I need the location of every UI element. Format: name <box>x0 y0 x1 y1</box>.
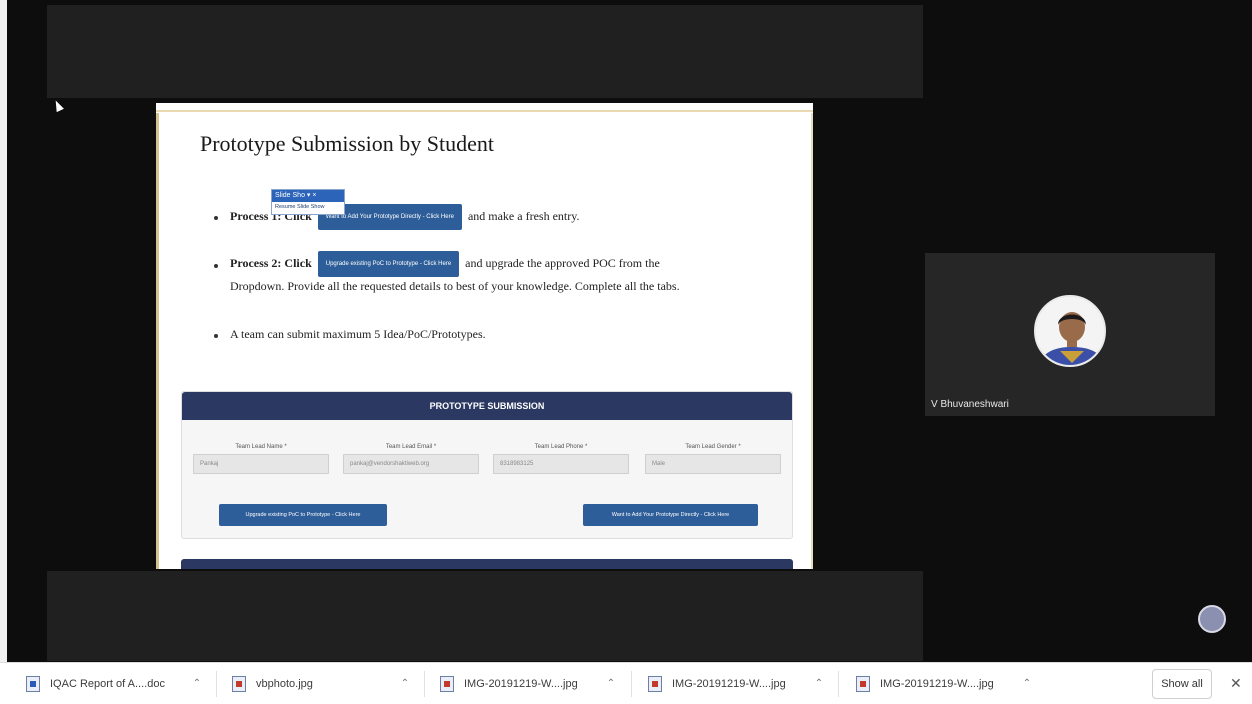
divider <box>424 671 425 697</box>
show-all-button[interactable]: Show all <box>1152 669 1212 699</box>
resume-slideshow-item[interactable]: Resume Slide Show <box>272 202 344 212</box>
team-lead-gender-field: Team Lead Gender * Male <box>645 444 781 474</box>
team-lead-phone-field: Team Lead Phone * 8318983125 <box>493 444 629 474</box>
image-file-icon <box>648 676 662 692</box>
participant-tile[interactable]: V Bhuvaneshwari <box>925 253 1215 416</box>
participant-avatar <box>1034 295 1106 367</box>
bullet-dot <box>214 334 218 338</box>
upgrade-poc-button[interactable]: Upgrade existing PoC to Prototype - Clic… <box>219 504 387 526</box>
team-lead-phone-input[interactable]: 8318983125 <box>493 454 629 474</box>
close-icon[interactable]: ✕ <box>1230 675 1242 692</box>
bullet-2-suffix: and upgrade the approved POC from the <box>465 255 660 270</box>
bullet-team-limit: A team can submit maximum 5 Idea/PoC/Pro… <box>230 327 486 341</box>
download-item[interactable]: IMG-20191219-W....jpg <box>440 663 578 704</box>
chevron-up-icon[interactable]: ⌃ <box>190 677 204 691</box>
downloads-bar: IQAC Report of A....doc ⌃ vbphoto.jpg ⌃ … <box>0 662 1252 704</box>
field-label: Team Lead Email * <box>385 444 437 450</box>
slideshow-popup[interactable]: Slide Sho ▾ × Resume Slide Show <box>271 189 345 215</box>
slide-title: Prototype Submission by Student <box>200 131 494 156</box>
avatar-portrait-icon <box>1036 297 1104 365</box>
team-lead-name-input[interactable]: Pankaj <box>193 454 329 474</box>
bullet-dot <box>214 264 218 268</box>
image-file-icon <box>440 676 454 692</box>
download-filename: vbphoto.jpg <box>256 678 313 690</box>
document-file-icon <box>26 676 40 692</box>
slide-left-border <box>156 113 159 569</box>
chevron-up-icon[interactable]: ⌃ <box>398 677 412 691</box>
image-file-icon <box>856 676 870 692</box>
bottom-overlay-bar <box>47 571 923 661</box>
shared-slide: Prototype Submission by Student Process … <box>156 103 813 569</box>
divider <box>631 671 632 697</box>
chevron-up-icon[interactable]: ⌃ <box>1020 677 1034 691</box>
team-lead-email-input[interactable]: pankaj@vendorshaktiweb.org <box>343 454 479 474</box>
window-edge <box>0 0 7 662</box>
meeting-logo-icon <box>1198 605 1226 633</box>
field-label: Team Lead Name * <box>235 444 287 450</box>
bullet-1-suffix: and make a fresh entry. <box>467 208 580 223</box>
bullet-dot <box>214 216 218 220</box>
top-overlay-bar <box>47 5 923 98</box>
slide-right-border <box>811 113 813 569</box>
chevron-up-icon[interactable]: ⌃ <box>604 677 618 691</box>
slideshow-popup-header[interactable]: Slide Sho ▾ × <box>272 190 344 202</box>
team-lead-email-field: Team Lead Email * pankaj@vendorshaktiweb… <box>343 444 479 474</box>
download-item[interactable]: IMG-20191219-W....jpg <box>856 663 994 704</box>
chevron-up-icon[interactable]: ⌃ <box>812 677 826 691</box>
add-prototype-button[interactable]: Want to Add Your Prototype Directly - Cl… <box>583 504 758 526</box>
slide-top-border <box>156 103 813 112</box>
prototype-submission-panel: PROTOTYPE SUBMISSION Team Lead Name * Pa… <box>181 391 793 539</box>
divider <box>216 671 217 697</box>
meeting-stage: Prototype Submission by Student Process … <box>0 0 1252 662</box>
team-lead-name-field: Team Lead Name * Pankaj <box>193 444 329 474</box>
download-filename: IMG-20191219-W....jpg <box>880 678 994 690</box>
upgrade-poc-inline-button[interactable]: Upgrade existing PoC to Prototype - Clic… <box>317 251 460 277</box>
bullet-process-2: Process 2: Click Upgrade existing PoC to … <box>230 251 660 277</box>
mouse-cursor-icon <box>52 98 64 113</box>
bullet-2-line-2: Dropdown. Provide all the requested deta… <box>230 279 680 293</box>
download-filename: IMG-20191219-W....jpg <box>672 678 786 690</box>
download-filename: IQAC Report of A....doc <box>50 678 165 690</box>
close-icon[interactable]: × <box>312 192 316 199</box>
chevron-down-icon[interactable]: ▾ <box>307 192 311 199</box>
download-filename: IMG-20191219-W....jpg <box>464 678 578 690</box>
field-label: Team Lead Gender * <box>685 444 741 450</box>
next-panel-header <box>181 559 793 569</box>
download-item[interactable]: IMG-20191219-W....jpg <box>648 663 786 704</box>
image-file-icon <box>232 676 246 692</box>
download-item[interactable]: vbphoto.jpg <box>232 663 313 704</box>
slideshow-popup-title: Slide Sho <box>275 192 305 199</box>
participant-name: V Bhuvaneshwari <box>931 399 1009 410</box>
download-item[interactable]: IQAC Report of A....doc <box>26 663 165 704</box>
team-lead-gender-input[interactable]: Male <box>645 454 781 474</box>
bullet-2-prefix: Process 2: Click <box>230 255 312 270</box>
panel-title: PROTOTYPE SUBMISSION <box>182 392 792 420</box>
field-label: Team Lead Phone * <box>534 444 588 450</box>
divider <box>838 671 839 697</box>
